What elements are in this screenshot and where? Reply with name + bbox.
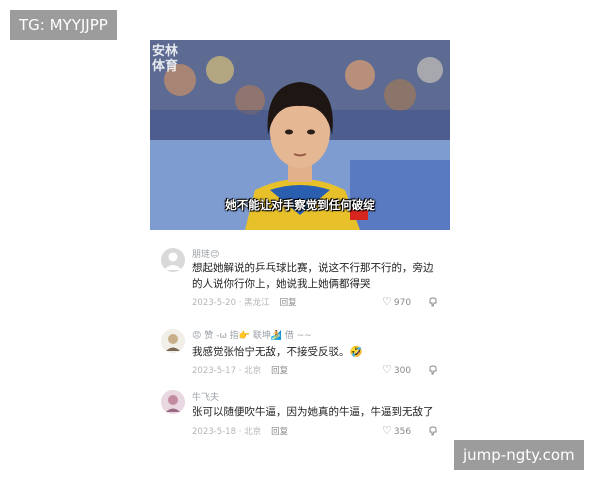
like-count: 970 — [393, 298, 412, 308]
video-subtitle: 她不能让对手察觉到任何破绽 — [225, 198, 375, 212]
watermark-top-left: TG: MYYJJPP — [10, 10, 117, 40]
avatar-image-icon — [161, 390, 185, 414]
heart-icon: ♡ — [382, 424, 392, 437]
video-frame[interactable]: 安林体育 她不能让对手察觉到任何破绽 — [150, 40, 450, 230]
comment-text: 我感觉张怡宁无敌，不接受反驳。🤣 — [192, 346, 363, 358]
comment-username[interactable]: 😡 赞 -ω 指👉 联坤🏄 借 ~~ — [192, 328, 312, 341]
dislike-icon[interactable] — [428, 426, 438, 436]
comment-username[interactable]: 牛飞夫 — [192, 390, 219, 403]
heart-icon: ♡ — [382, 363, 392, 376]
dislike-icon[interactable] — [428, 365, 438, 375]
like-count: 300 — [393, 366, 412, 376]
comment-text: 张可以随便吹牛逼，因为她真的牛逼，牛逼到无敌了 — [192, 406, 434, 418]
comment-meta: 2023-5-18 · 北京 回复 — [192, 425, 288, 437]
like-count: 356 — [393, 427, 412, 437]
comment-meta: 2023-5-20 · 黑龙江 回复 — [192, 296, 297, 308]
comment-text: 想起她解说的乒乓球比赛，说这不行那不行的，旁边的人说你行你上，她说我上她俩都得哭 — [192, 262, 434, 290]
avatar-image-icon — [161, 329, 185, 353]
like-button[interactable]: ♡ 300 — [382, 363, 411, 376]
heart-icon: ♡ — [382, 295, 392, 308]
avatar[interactable] — [161, 329, 185, 353]
comment-date: 2023-5-20 · 黑龙江 — [192, 298, 270, 308]
dislike-icon[interactable] — [428, 297, 438, 307]
comment-date: 2023-5-17 · 北京 — [192, 366, 262, 376]
watermark-bottom-right: jump-ngty.com — [454, 440, 584, 470]
reply-button[interactable]: 回复 — [271, 366, 288, 376]
comment-date: 2023-5-18 · 北京 — [192, 427, 262, 437]
avatar[interactable] — [161, 390, 185, 414]
reply-button[interactable]: 回复 — [280, 298, 297, 308]
post-card: 安林体育 她不能让对手察觉到任何破绽 朋琏😊 想起她解说的乒乓球比赛，说这不行那… — [150, 40, 450, 440]
channel-logo: 安林体育 — [152, 44, 179, 74]
comment-meta: 2023-5-17 · 北京 回复 — [192, 364, 288, 376]
like-button[interactable]: ♡ 970 — [382, 295, 411, 308]
avatar[interactable] — [161, 248, 185, 272]
reply-button[interactable]: 回复 — [271, 427, 288, 437]
like-button[interactable]: ♡ 356 — [382, 424, 411, 437]
comment-username[interactable]: 朋琏😊 — [192, 247, 219, 260]
default-avatar-icon — [164, 252, 182, 270]
